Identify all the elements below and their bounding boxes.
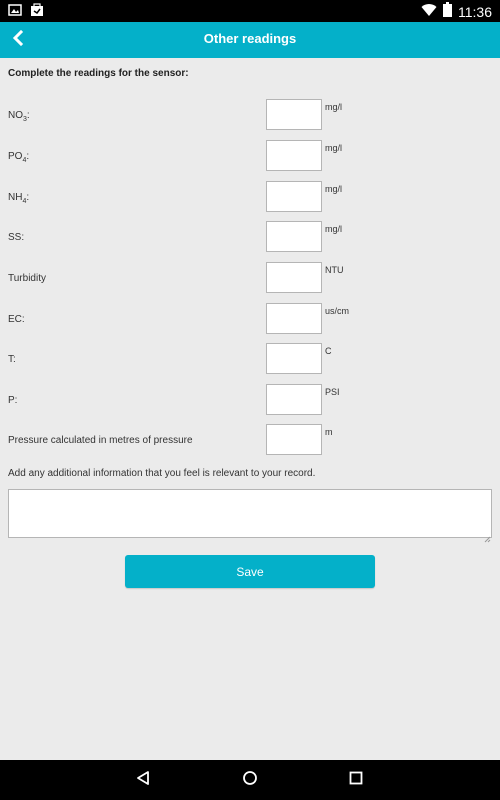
reading-label: SS: <box>8 232 25 243</box>
reading-unit: mg/l <box>325 102 343 112</box>
reading-row-no3: NO3: mg/l <box>0 99 500 133</box>
nav-back-button[interactable] <box>133 770 153 790</box>
reading-unit: C <box>325 346 332 356</box>
reading-row-nh4: NH4: mg/l <box>0 181 500 215</box>
image-notification-icon <box>8 3 22 22</box>
home-circle-icon <box>242 770 258 791</box>
reading-unit: mg/l <box>325 224 343 234</box>
notes-textarea[interactable] <box>8 489 492 538</box>
p-input[interactable] <box>266 384 322 415</box>
turbidity-input[interactable] <box>266 262 322 293</box>
page-title: Other readings <box>203 31 297 46</box>
notes-label: Add any additional information that you … <box>8 468 316 479</box>
reading-row-p: P: PSI <box>0 384 500 418</box>
status-bar: 11:36 <box>0 0 500 22</box>
no3-input[interactable] <box>266 99 322 130</box>
work-notification-icon <box>30 3 44 22</box>
nh4-input[interactable] <box>266 181 322 212</box>
system-nav-bar <box>0 760 500 800</box>
reading-unit: us/cm <box>325 306 350 316</box>
status-time: 11:36 <box>458 4 492 20</box>
reading-unit: NTU <box>325 265 344 275</box>
ec-input[interactable] <box>266 303 322 334</box>
status-notifications <box>8 3 44 22</box>
status-system: 11:36 <box>421 2 492 22</box>
po4-input[interactable] <box>266 140 322 171</box>
reading-row-turbidity: Turbidity NTU <box>0 262 500 296</box>
reading-unit: m <box>325 427 333 437</box>
reading-label: T: <box>8 354 16 365</box>
reading-row-po4: PO4: mg/l <box>0 140 500 174</box>
reading-unit: PSI <box>325 387 340 397</box>
save-button[interactable]: Save <box>125 555 375 588</box>
reading-row-t: T: C <box>0 343 500 377</box>
nav-recents-button[interactable] <box>346 770 366 790</box>
t-input[interactable] <box>266 343 322 374</box>
reading-label: PO4: <box>8 151 30 164</box>
resize-grip-icon[interactable] <box>484 530 491 543</box>
reading-label: NH4: <box>8 192 30 205</box>
reading-label: P: <box>8 395 18 406</box>
reading-label: Pressure calculated in metres of pressur… <box>8 435 193 446</box>
reading-row-pressure-m: Pressure calculated in metres of pressur… <box>0 424 500 458</box>
wifi-icon <box>421 3 437 22</box>
nav-home-button[interactable] <box>240 770 260 790</box>
battery-icon <box>443 2 452 22</box>
recents-square-icon <box>348 770 364 791</box>
form-intro: Complete the readings for the sensor: <box>8 68 189 79</box>
reading-label: EC: <box>8 314 25 325</box>
reading-unit: mg/l <box>325 143 343 153</box>
app-bar: Other readings <box>0 22 500 58</box>
reading-label: Turbidity <box>8 273 46 284</box>
pressure-metres-input[interactable] <box>266 424 322 455</box>
back-triangle-icon <box>135 770 151 791</box>
ss-input[interactable] <box>266 221 322 252</box>
reading-row-ss: SS: mg/l <box>0 221 500 255</box>
reading-row-ec: EC: us/cm <box>0 303 500 337</box>
reading-unit: mg/l <box>325 184 343 194</box>
reading-label: NO3: <box>8 110 30 123</box>
